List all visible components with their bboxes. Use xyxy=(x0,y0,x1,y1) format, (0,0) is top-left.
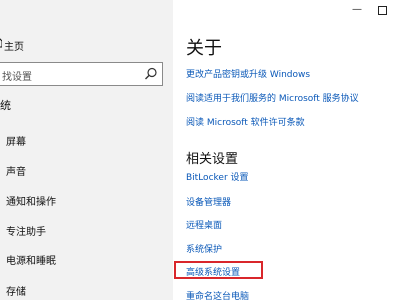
search-box[interactable]: 找设置 xyxy=(0,62,163,86)
maximize-button[interactable] xyxy=(378,6,387,15)
link-device-manager[interactable]: 设备管理器 xyxy=(186,195,231,208)
search-input[interactable]: 找设置 xyxy=(2,68,32,83)
link-service-agreement[interactable]: 阅读适用于我们服务的 Microsoft 服务协议 xyxy=(186,91,359,104)
minimize-button[interactable]: — xyxy=(352,4,362,16)
link-bitlocker-settings[interactable]: BitLocker 设置 xyxy=(186,170,249,183)
highlight-box xyxy=(174,261,263,279)
sidebar-section-heading: 统 xyxy=(0,99,11,112)
related-settings-heading: 相关设置 xyxy=(186,152,239,167)
sidebar-item-storage[interactable]: 存储 xyxy=(6,283,26,298)
link-license-terms[interactable]: 阅读 Microsoft 软件许可条款 xyxy=(186,115,305,128)
sidebar-item-sound[interactable]: 声音 xyxy=(6,163,26,178)
link-rename-pc[interactable]: 重命名这台电脑 xyxy=(186,289,249,300)
link-change-product-key[interactable]: 更改产品密钥或升级 Windows xyxy=(186,67,310,80)
search-icon[interactable] xyxy=(144,67,158,81)
link-system-protection[interactable]: 系统保护 xyxy=(186,242,222,255)
sidebar-item-notifications[interactable]: 通知和操作 xyxy=(6,193,56,208)
sidebar-item-power-sleep[interactable]: 电源和睡眠 xyxy=(6,252,56,267)
sidebar-item-focus-assist[interactable]: 专注助手 xyxy=(6,223,46,238)
sidebar-item-display[interactable]: 屏幕 xyxy=(6,133,26,148)
sidebar-item-home[interactable]: 主页 xyxy=(0,38,24,53)
page-title: 关于 xyxy=(186,38,222,59)
link-remote-desktop[interactable]: 远程桌面 xyxy=(186,218,222,231)
